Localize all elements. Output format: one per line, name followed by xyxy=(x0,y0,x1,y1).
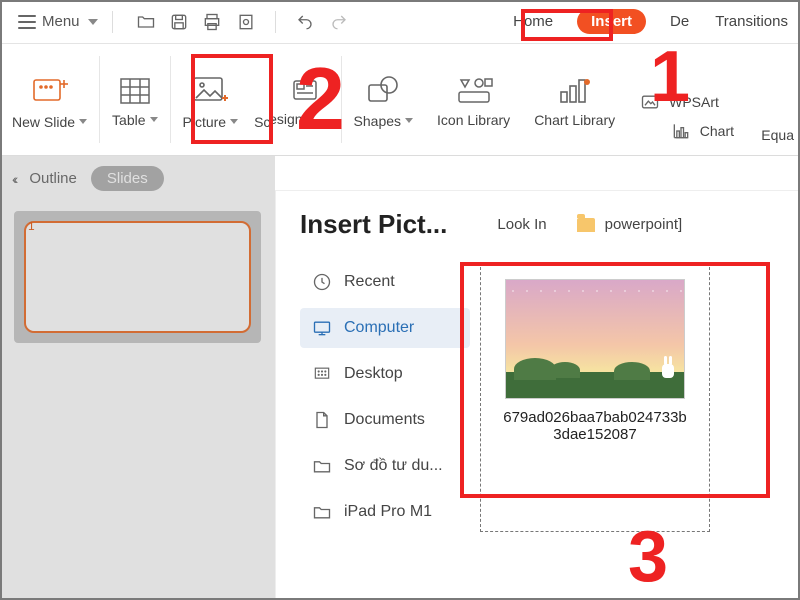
dialog-title: Insert Pict... xyxy=(300,209,447,240)
open-folder-icon[interactable] xyxy=(135,12,157,32)
place-computer[interactable]: Computer xyxy=(300,308,470,348)
ribbon-icon-library[interactable]: Icon Library xyxy=(425,44,522,155)
ribbon-smart-design[interactable]: esign xyxy=(279,44,340,155)
tab-outline[interactable]: Outline xyxy=(29,170,77,187)
chart-label: Chart xyxy=(700,123,734,139)
chevron-down-icon xyxy=(150,117,158,122)
place-custom-2[interactable]: iPad Pro M1 xyxy=(300,492,470,532)
shapes-label: Shapes xyxy=(354,113,401,129)
menu-label: Menu xyxy=(42,13,80,30)
ribbon-new-slide[interactable]: New Slide xyxy=(0,44,99,155)
insert-picture-dialog: Insert Pict... Look In powerpoint] Recen… xyxy=(275,190,800,600)
collapse-pane-button[interactable]: ‹‹ xyxy=(12,171,15,187)
equation-label: Equa xyxy=(761,127,794,143)
folder-icon xyxy=(577,218,595,232)
place-label: iPad Pro M1 xyxy=(344,503,432,521)
folder-name: powerpoint] xyxy=(605,216,683,233)
icon-library-label: Icon Library xyxy=(437,112,510,128)
file-thumbnail xyxy=(505,279,685,399)
app-menu-button[interactable]: Menu xyxy=(10,9,106,34)
place-label: Documents xyxy=(344,411,425,429)
tab-transitions[interactable]: Transitions xyxy=(713,7,790,36)
place-custom-1[interactable]: Sơ đồ tư du... xyxy=(300,446,470,486)
place-recent[interactable]: Recent xyxy=(300,262,470,302)
picture-label: Picture xyxy=(183,114,227,130)
chevron-down-icon xyxy=(230,119,238,124)
save-icon[interactable] xyxy=(169,12,189,32)
file-name-line1: 679ad026baa7bab024733b xyxy=(489,409,701,426)
separator xyxy=(275,11,276,33)
design-label: esign xyxy=(269,111,302,127)
print-icon[interactable] xyxy=(201,12,223,32)
tab-design[interactable]: De xyxy=(668,7,691,36)
place-desktop[interactable]: Desktop xyxy=(300,354,470,394)
new-slide-label: New Slide xyxy=(12,114,75,130)
ribbon-table[interactable]: Table xyxy=(100,44,169,155)
lookin-path[interactable]: powerpoint] xyxy=(577,216,683,233)
ribbon-screenshot[interactable]: Scr xyxy=(250,44,279,155)
undo-icon[interactable] xyxy=(294,13,316,31)
lookin-label: Look In xyxy=(497,216,546,233)
chevron-down-icon xyxy=(79,119,87,124)
file-name-line2: 3dae152087 xyxy=(489,426,701,443)
ribbon-shapes[interactable]: Shapes xyxy=(342,44,425,155)
chart-library-label: Chart Library xyxy=(534,112,615,128)
file-item[interactable]: 679ad026baa7bab024733b 3dae152087 xyxy=(480,262,710,532)
redo-icon[interactable] xyxy=(328,13,350,31)
tab-slides[interactable]: Slides xyxy=(91,166,164,191)
ribbon-chart-library[interactable]: Chart Library xyxy=(522,44,627,155)
print-preview-icon[interactable] xyxy=(235,12,257,32)
ribbon-picture[interactable]: Picture xyxy=(171,44,251,155)
place-label: Desktop xyxy=(344,365,403,383)
tab-insert[interactable]: Insert xyxy=(577,9,646,34)
ribbon-equation[interactable]: Equa xyxy=(759,123,796,147)
chevron-down-icon xyxy=(405,118,413,123)
place-label: Computer xyxy=(344,319,414,337)
place-label: Recent xyxy=(344,273,395,291)
slide-number: 1 xyxy=(24,219,39,233)
hamburger-icon xyxy=(18,15,36,29)
tab-home[interactable]: Home xyxy=(511,7,555,36)
table-label: Table xyxy=(112,112,145,128)
chevron-down-icon xyxy=(307,116,315,121)
wpsart-label: WPSArt xyxy=(669,94,719,110)
ribbon-chart[interactable]: Chart xyxy=(658,111,746,147)
slide-thumbnail[interactable]: 1 xyxy=(14,211,261,343)
place-label: Sơ đồ tư du... xyxy=(344,457,443,475)
place-documents[interactable]: Documents xyxy=(300,400,470,440)
chevron-down-icon xyxy=(88,19,98,25)
separator xyxy=(112,11,113,33)
